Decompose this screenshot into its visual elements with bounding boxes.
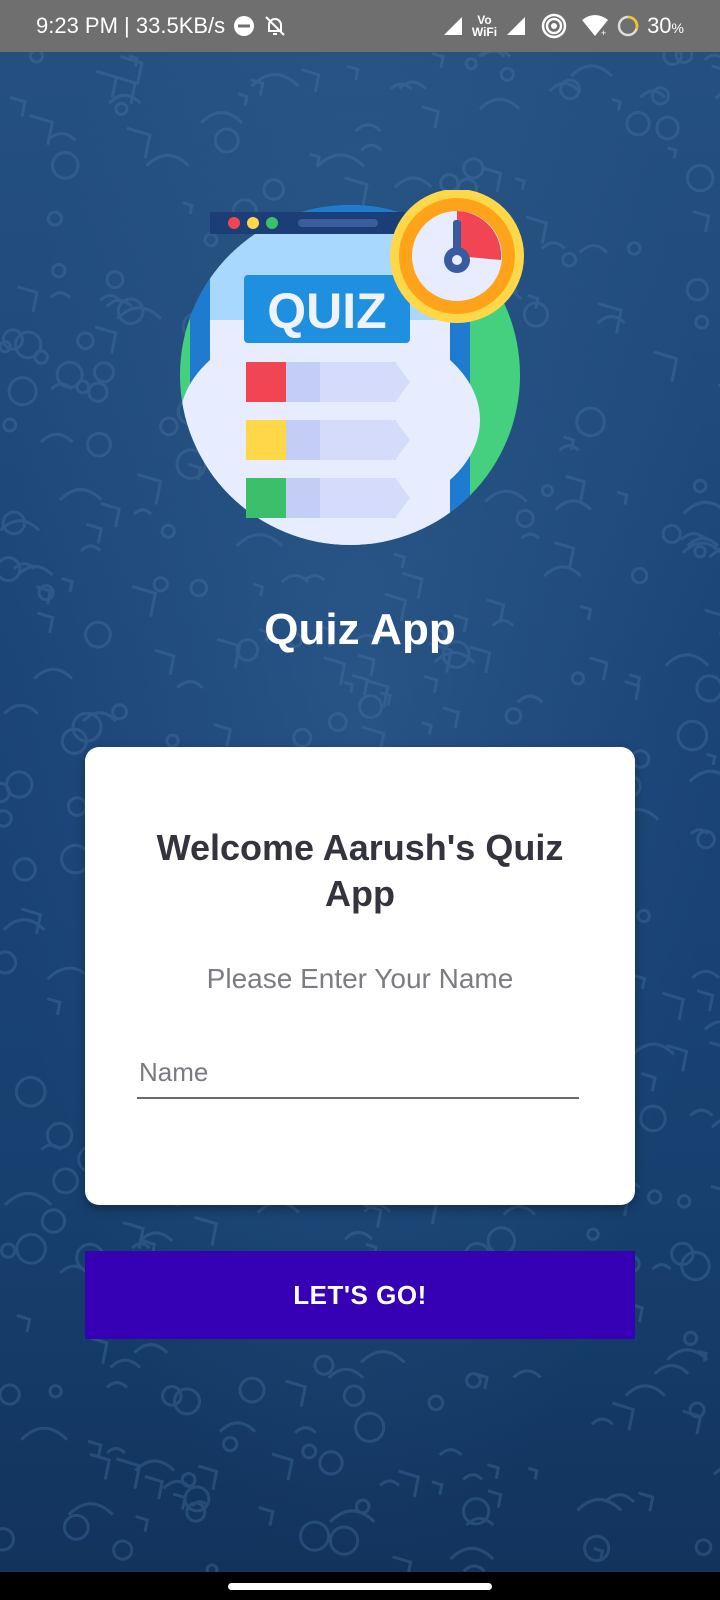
- window-dot-green: [266, 217, 278, 229]
- status-time-speed: 9:23 PM | 33.5KB/s: [36, 13, 226, 38]
- name-input[interactable]: [137, 1047, 579, 1099]
- vowifi-icon: Vo WiFi: [471, 13, 498, 39]
- app-title: Quiz App: [264, 605, 456, 654]
- card-subtitle: Please Enter Your Name: [206, 963, 514, 994]
- timer-icon: [390, 189, 524, 323]
- welcome-card: Welcome Aarush's Quiz App Please Enter Y…: [85, 747, 635, 1205]
- lets-go-button[interactable]: LET'S GO!: [85, 1251, 635, 1339]
- quiz-logo: QUIZ: [180, 189, 530, 550]
- svg-text:+: +: [601, 28, 606, 38]
- wifi-icon: +: [581, 14, 609, 38]
- dnd-icon: [233, 15, 255, 37]
- home-gesture-pill[interactable]: [228, 1583, 492, 1590]
- window-dot-yellow: [247, 217, 259, 229]
- card-title: Welcome Aarush's Quiz App: [156, 827, 564, 914]
- signal-icon: [442, 15, 464, 37]
- hotspot-icon: [541, 13, 567, 39]
- window-dot-red: [228, 217, 240, 229]
- battery-percent: 30%: [647, 13, 684, 38]
- bell-off-icon: [263, 14, 287, 38]
- battery-ring-icon: [617, 15, 639, 37]
- status-bar: 9:23 PM | 33.5KB/s Vo WiFi + 30%: [0, 0, 720, 52]
- logo-word: QUIZ: [267, 283, 386, 339]
- signal-icon: [505, 15, 527, 37]
